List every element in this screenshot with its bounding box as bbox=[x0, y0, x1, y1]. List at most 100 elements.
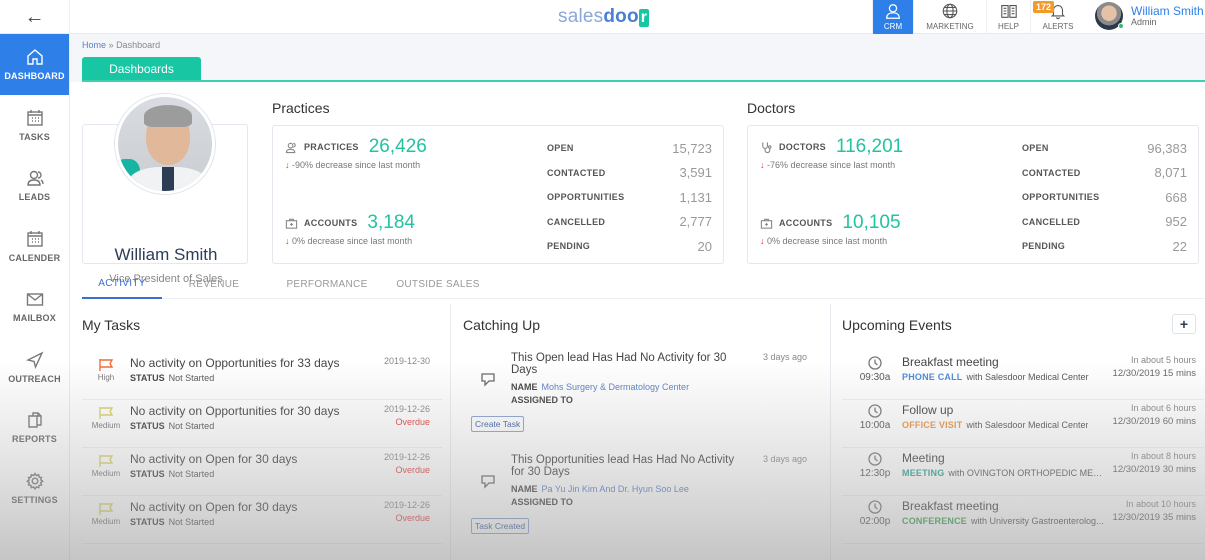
user-icon bbox=[886, 4, 900, 19]
calendar-icon bbox=[26, 230, 43, 247]
event-date: 12/30/2019 60 mins bbox=[1112, 416, 1196, 427]
accounts-label: ACCOUNTS bbox=[304, 218, 358, 228]
sidebar-item-leads[interactable]: LEADS bbox=[0, 155, 69, 216]
event-with: with Salesdoor Medical Center bbox=[966, 372, 1089, 382]
event-with: with University Gastroenterolog... bbox=[971, 516, 1104, 526]
stat-row: OPPORTUNITIES 668 bbox=[1022, 185, 1187, 210]
back-button[interactable]: ← bbox=[0, 0, 70, 34]
dashboard-content: William Smith Vice President of Sales Pr… bbox=[70, 82, 1205, 560]
breadcrumb-home[interactable]: Home bbox=[82, 40, 106, 50]
sidebar: DASHBOARD TASKS LEADS CALENDER MAILBOX O… bbox=[0, 34, 70, 560]
profile-name: William Smith bbox=[114, 245, 218, 264]
breadcrumb-current: Dashboard bbox=[116, 40, 161, 50]
sidebar-item-dashboard[interactable]: DASHBOARD bbox=[0, 34, 69, 95]
stat-row: CONTACTED 3,591 bbox=[547, 161, 712, 186]
event-item[interactable]: 12:30p Meeting MEETING with OVINGTON ORTH… bbox=[842, 448, 1204, 496]
event-relative-time: In about 8 hours bbox=[1130, 451, 1196, 461]
thumbs-down-icon bbox=[481, 475, 495, 489]
clock-icon bbox=[868, 452, 882, 466]
add-event-button[interactable]: + bbox=[1172, 314, 1196, 334]
event-time: 12:30p bbox=[859, 468, 891, 479]
task-title: No activity on Opportunities for 30 days bbox=[130, 404, 340, 418]
task-item[interactable]: Medium No activity on Opportunities for … bbox=[82, 400, 442, 448]
priority: Medium bbox=[84, 454, 128, 478]
overdue-label: Overdue bbox=[395, 465, 430, 475]
stat-row: CANCELLED 952 bbox=[1022, 210, 1187, 235]
stat-row: CONTACTED 8,071 bbox=[1022, 161, 1187, 186]
sidebar-item-label: SETTINGS bbox=[11, 494, 58, 505]
nav-crm-label: CRM bbox=[883, 22, 903, 31]
event-item[interactable]: 10:00a Follow up OFFICE VISIT with Salesd… bbox=[842, 400, 1204, 448]
tab-performance[interactable]: PERFORMANCE bbox=[272, 270, 382, 299]
catching-up-item-time: 3 days ago bbox=[762, 352, 807, 362]
stat-row: OPEN 96,383 bbox=[1022, 136, 1187, 161]
arrow-down-icon: ↓ bbox=[285, 236, 290, 246]
create-task-button[interactable]: Create Task bbox=[471, 416, 525, 432]
task-item[interactable]: Medium No activity on Open for 30 days S… bbox=[82, 496, 442, 544]
status-value: Not Started bbox=[168, 373, 215, 383]
accounts-label: ACCOUNTS bbox=[779, 218, 833, 228]
nav-help[interactable]: HELP bbox=[986, 0, 1030, 34]
stat-value: 3,591 bbox=[679, 165, 712, 181]
nav-alerts[interactable]: 172 ALERTS bbox=[1030, 0, 1085, 34]
lead-name-link[interactable]: Pa Yu Jin Kim And Dr. Hyun Soo Lee bbox=[542, 484, 689, 494]
task-item[interactable]: Medium No activity on Open for 30 days S… bbox=[82, 448, 442, 496]
stat-key: CONTACTED bbox=[547, 167, 606, 178]
accounts-value: 10,105 bbox=[842, 212, 901, 233]
event-type: MEETING bbox=[902, 468, 945, 478]
catching-up-panel: Catching Up This Open lead Has Had No Ac… bbox=[463, 308, 825, 560]
nav-marketing[interactable]: MARKETING bbox=[913, 0, 986, 34]
arrow-down-icon: ↓ bbox=[285, 160, 290, 170]
tab-outside-sales[interactable]: OUTSIDE SALES bbox=[382, 270, 494, 299]
stethoscope-icon bbox=[762, 141, 772, 153]
divider bbox=[450, 304, 451, 560]
catching-up-title: Catching Up bbox=[463, 317, 541, 333]
logo-text-door: doo bbox=[603, 6, 639, 27]
clock-icon bbox=[868, 500, 882, 514]
task-title: No activity on Open for 30 days bbox=[130, 452, 298, 466]
stat-row: OPPORTUNITIES 1,131 bbox=[547, 185, 712, 210]
sidebar-item-reports[interactable]: REPORTS bbox=[0, 397, 69, 458]
event-item[interactable]: 09:30a Breakfast meeting PHONE CALL with … bbox=[842, 352, 1204, 400]
mail-icon bbox=[26, 293, 43, 306]
catching-up-item: This Open lead Has Had No Activity for 3… bbox=[463, 352, 823, 452]
practices-title: Practices bbox=[272, 100, 330, 116]
task-created-button[interactable]: Task Created bbox=[471, 518, 530, 534]
doctors-card: DOCTORS 116,201 ↓ -76% decrease since la… bbox=[747, 125, 1199, 264]
practices-card: PRACTICES 26,426 ↓ -90% decrease since l… bbox=[272, 125, 724, 264]
sidebar-item-mailbox[interactable]: MAILBOX bbox=[0, 276, 69, 337]
event-date: 12/30/2019 30 mins bbox=[1112, 464, 1196, 475]
tab-dashboards[interactable]: Dashboards bbox=[82, 57, 201, 81]
status-value: Not Started bbox=[168, 421, 215, 431]
stat-key: OPPORTUNITIES bbox=[1022, 192, 1100, 203]
thumbs-down-icon bbox=[481, 373, 495, 387]
name-label: NAME bbox=[511, 382, 538, 392]
accounts-value: 3,184 bbox=[367, 212, 415, 233]
doctors-change: -76% decrease since last month bbox=[767, 160, 896, 170]
task-item[interactable]: High No activity on Opportunities for 33… bbox=[82, 352, 442, 400]
sidebar-item-outreach[interactable]: OUTREACH bbox=[0, 337, 69, 398]
sidebar-item-settings[interactable]: SETTINGS bbox=[0, 458, 69, 519]
tab-activity[interactable]: ACTIVITY bbox=[82, 270, 162, 299]
user-name: William Smith bbox=[1131, 4, 1204, 18]
topbar: ← salesdoo r CRM MARKETING HELP 172 ALERT… bbox=[0, 0, 1205, 34]
nav-crm[interactable]: CRM bbox=[872, 0, 913, 34]
sidebar-item-calender[interactable]: CALENDER bbox=[0, 216, 69, 277]
event-time: 02:00p bbox=[859, 516, 891, 527]
catching-up-item-time: 3 days ago bbox=[762, 454, 807, 464]
stat-row: CANCELLED 2,777 bbox=[547, 210, 712, 235]
logo[interactable]: salesdoo r bbox=[558, 6, 650, 28]
alerts-badge: 172 bbox=[1033, 1, 1055, 13]
user-menu[interactable]: William Smith Admin bbox=[1095, 2, 1204, 30]
event-item[interactable]: 02:00p Breakfast meeting CONFERENCE with … bbox=[842, 496, 1204, 544]
stat-key: CANCELLED bbox=[1022, 216, 1081, 227]
overdue-label: Overdue bbox=[395, 417, 430, 427]
sidebar-item-tasks[interactable]: TASKS bbox=[0, 95, 69, 156]
upcoming-events-panel: Upcoming Events + 09:30a Breakfast meeti… bbox=[842, 308, 1204, 560]
tab-revenue[interactable]: REVENUE bbox=[174, 270, 254, 299]
doctors-title: Doctors bbox=[747, 100, 796, 116]
event-title: Follow up bbox=[902, 403, 954, 417]
stat-value: 2,777 bbox=[679, 214, 712, 230]
lead-name-link[interactable]: Mohs Surgery & Dermatology Center bbox=[542, 382, 690, 392]
task-date: 2019-12-26 bbox=[383, 452, 430, 462]
